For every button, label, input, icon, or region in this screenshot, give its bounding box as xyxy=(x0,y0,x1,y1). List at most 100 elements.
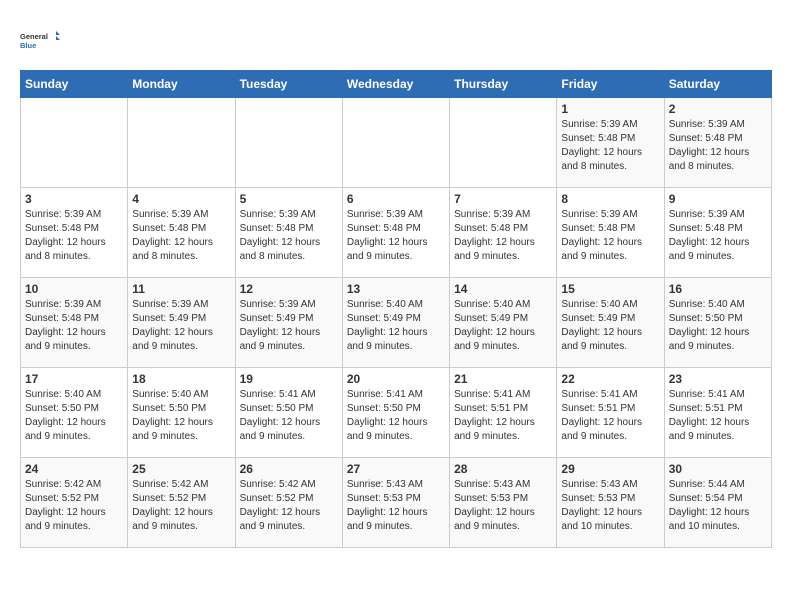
calendar-cell xyxy=(235,98,342,188)
cell-details: Sunrise: 5:39 AM Sunset: 5:48 PM Dayligh… xyxy=(240,208,338,264)
cell-details: Sunrise: 5:39 AM Sunset: 5:48 PM Dayligh… xyxy=(669,118,767,174)
cell-details: Sunrise: 5:43 AM Sunset: 5:53 PM Dayligh… xyxy=(347,478,445,534)
logo-svg: General Blue xyxy=(20,20,60,60)
day-number: 2 xyxy=(669,102,767,116)
calendar-cell: 8 Sunrise: 5:39 AM Sunset: 5:48 PM Daylig… xyxy=(557,188,664,278)
cell-details: Sunrise: 5:39 AM Sunset: 5:48 PM Dayligh… xyxy=(132,208,230,264)
day-number: 15 xyxy=(561,282,659,296)
calendar-cell: 28Sunrise: 5:43 AM Sunset: 5:53 PM Dayli… xyxy=(450,458,557,548)
cell-details: Sunrise: 5:41 AM Sunset: 5:51 PM Dayligh… xyxy=(454,388,552,444)
svg-text:General: General xyxy=(20,32,48,41)
calendar-cell xyxy=(342,98,449,188)
day-number: 12 xyxy=(240,282,338,296)
cell-details: Sunrise: 5:39 AM Sunset: 5:49 PM Dayligh… xyxy=(240,298,338,354)
week-row-3: 10Sunrise: 5:39 AM Sunset: 5:48 PM Dayli… xyxy=(21,278,772,368)
cell-details: Sunrise: 5:41 AM Sunset: 5:51 PM Dayligh… xyxy=(669,388,767,444)
calendar-cell: 5 Sunrise: 5:39 AM Sunset: 5:48 PM Daylig… xyxy=(235,188,342,278)
day-number: 28 xyxy=(454,462,552,476)
day-number: 14 xyxy=(454,282,552,296)
day-number: 19 xyxy=(240,372,338,386)
calendar-cell: 3 Sunrise: 5:39 AM Sunset: 5:48 PM Daylig… xyxy=(21,188,128,278)
day-number: 1 xyxy=(561,102,659,116)
day-number: 8 xyxy=(561,192,659,206)
calendar-cell: 16 Sunrise: 5:40 AM Sunset: 5:50 PM Dayli… xyxy=(664,278,771,368)
day-number: 5 xyxy=(240,192,338,206)
calendar-cell: 25 Sunrise: 5:42 AM Sunset: 5:52 PM Dayli… xyxy=(128,458,235,548)
day-number: 17 xyxy=(25,372,123,386)
cell-details: Sunrise: 5:39 AM Sunset: 5:48 PM Dayligh… xyxy=(25,208,123,264)
day-number: 23 xyxy=(669,372,767,386)
cell-details: Sunrise: 5:40 AM Sunset: 5:49 PM Dayligh… xyxy=(454,298,552,354)
day-number: 20 xyxy=(347,372,445,386)
cell-details: Sunrise: 5:43 AM Sunset: 5:53 PM Dayligh… xyxy=(561,478,659,534)
logo: General Blue xyxy=(20,20,60,60)
calendar-header-row: SundayMondayTuesdayWednesdayThursdayFrid… xyxy=(21,71,772,98)
cell-details: Sunrise: 5:40 AM Sunset: 5:49 PM Dayligh… xyxy=(347,298,445,354)
calendar-cell: 19 Sunrise: 5:41 AM Sunset: 5:50 PM Dayli… xyxy=(235,368,342,458)
cell-details: Sunrise: 5:42 AM Sunset: 5:52 PM Dayligh… xyxy=(240,478,338,534)
day-number: 26 xyxy=(240,462,338,476)
col-header-wednesday: Wednesday xyxy=(342,71,449,98)
svg-text:Blue: Blue xyxy=(20,41,36,50)
cell-details: Sunrise: 5:39 AM Sunset: 5:49 PM Dayligh… xyxy=(132,298,230,354)
calendar-cell: 18Sunrise: 5:40 AM Sunset: 5:50 PM Dayli… xyxy=(128,368,235,458)
col-header-saturday: Saturday xyxy=(664,71,771,98)
day-number: 25 xyxy=(132,462,230,476)
calendar-cell: 26 Sunrise: 5:42 AM Sunset: 5:52 PM Dayli… xyxy=(235,458,342,548)
calendar-cell: 6 Sunrise: 5:39 AM Sunset: 5:48 PM Daylig… xyxy=(342,188,449,278)
cell-details: Sunrise: 5:42 AM Sunset: 5:52 PM Dayligh… xyxy=(132,478,230,534)
cell-details: Sunrise: 5:39 AM Sunset: 5:48 PM Dayligh… xyxy=(454,208,552,264)
week-row-5: 24 Sunrise: 5:42 AM Sunset: 5:52 PM Dayli… xyxy=(21,458,772,548)
cell-details: Sunrise: 5:41 AM Sunset: 5:51 PM Dayligh… xyxy=(561,388,659,444)
calendar-cell: 15Sunrise: 5:40 AM Sunset: 5:49 PM Dayli… xyxy=(557,278,664,368)
week-row-1: 1 Sunrise: 5:39 AM Sunset: 5:48 PM Daylig… xyxy=(21,98,772,188)
calendar-cell: 14 Sunrise: 5:40 AM Sunset: 5:49 PM Dayli… xyxy=(450,278,557,368)
cell-details: Sunrise: 5:40 AM Sunset: 5:50 PM Dayligh… xyxy=(25,388,123,444)
col-header-thursday: Thursday xyxy=(450,71,557,98)
day-number: 29 xyxy=(561,462,659,476)
day-number: 3 xyxy=(25,192,123,206)
calendar-cell: 17 Sunrise: 5:40 AM Sunset: 5:50 PM Dayli… xyxy=(21,368,128,458)
col-header-sunday: Sunday xyxy=(21,71,128,98)
day-number: 13 xyxy=(347,282,445,296)
calendar-cell: 10Sunrise: 5:39 AM Sunset: 5:48 PM Dayli… xyxy=(21,278,128,368)
day-number: 6 xyxy=(347,192,445,206)
calendar-cell: 21Sunrise: 5:41 AM Sunset: 5:51 PM Dayli… xyxy=(450,368,557,458)
day-number: 4 xyxy=(132,192,230,206)
day-number: 24 xyxy=(25,462,123,476)
day-number: 22 xyxy=(561,372,659,386)
calendar-cell: 23 Sunrise: 5:41 AM Sunset: 5:51 PM Dayli… xyxy=(664,368,771,458)
cell-details: Sunrise: 5:39 AM Sunset: 5:48 PM Dayligh… xyxy=(561,118,659,174)
calendar-cell: 13 Sunrise: 5:40 AM Sunset: 5:49 PM Dayli… xyxy=(342,278,449,368)
cell-details: Sunrise: 5:41 AM Sunset: 5:50 PM Dayligh… xyxy=(240,388,338,444)
calendar-cell: 2 Sunrise: 5:39 AM Sunset: 5:48 PM Daylig… xyxy=(664,98,771,188)
calendar-cell: 29 Sunrise: 5:43 AM Sunset: 5:53 PM Dayli… xyxy=(557,458,664,548)
calendar-cell: 12 Sunrise: 5:39 AM Sunset: 5:49 PM Dayli… xyxy=(235,278,342,368)
calendar-cell: 24 Sunrise: 5:42 AM Sunset: 5:52 PM Dayli… xyxy=(21,458,128,548)
calendar-cell: 30 Sunrise: 5:44 AM Sunset: 5:54 PM Dayli… xyxy=(664,458,771,548)
cell-details: Sunrise: 5:39 AM Sunset: 5:48 PM Dayligh… xyxy=(347,208,445,264)
calendar-cell: 4 Sunrise: 5:39 AM Sunset: 5:48 PM Daylig… xyxy=(128,188,235,278)
day-number: 11 xyxy=(132,282,230,296)
cell-details: Sunrise: 5:42 AM Sunset: 5:52 PM Dayligh… xyxy=(25,478,123,534)
day-number: 30 xyxy=(669,462,767,476)
calendar-cell: 20Sunrise: 5:41 AM Sunset: 5:50 PM Dayli… xyxy=(342,368,449,458)
cell-details: Sunrise: 5:44 AM Sunset: 5:54 PM Dayligh… xyxy=(669,478,767,534)
calendar-cell xyxy=(21,98,128,188)
col-header-friday: Friday xyxy=(557,71,664,98)
week-row-2: 3 Sunrise: 5:39 AM Sunset: 5:48 PM Daylig… xyxy=(21,188,772,278)
page-header: General Blue xyxy=(20,20,772,60)
calendar-cell: 9Sunrise: 5:39 AM Sunset: 5:48 PM Daylig… xyxy=(664,188,771,278)
cell-details: Sunrise: 5:40 AM Sunset: 5:50 PM Dayligh… xyxy=(132,388,230,444)
cell-details: Sunrise: 5:40 AM Sunset: 5:50 PM Dayligh… xyxy=(669,298,767,354)
week-row-4: 17 Sunrise: 5:40 AM Sunset: 5:50 PM Dayli… xyxy=(21,368,772,458)
calendar-cell xyxy=(128,98,235,188)
calendar-cell: 27Sunrise: 5:43 AM Sunset: 5:53 PM Dayli… xyxy=(342,458,449,548)
day-number: 10 xyxy=(25,282,123,296)
calendar-cell: 22 Sunrise: 5:41 AM Sunset: 5:51 PM Dayli… xyxy=(557,368,664,458)
cell-details: Sunrise: 5:39 AM Sunset: 5:48 PM Dayligh… xyxy=(561,208,659,264)
col-header-monday: Monday xyxy=(128,71,235,98)
day-number: 16 xyxy=(669,282,767,296)
calendar-table: SundayMondayTuesdayWednesdayThursdayFrid… xyxy=(20,70,772,548)
calendar-cell xyxy=(450,98,557,188)
